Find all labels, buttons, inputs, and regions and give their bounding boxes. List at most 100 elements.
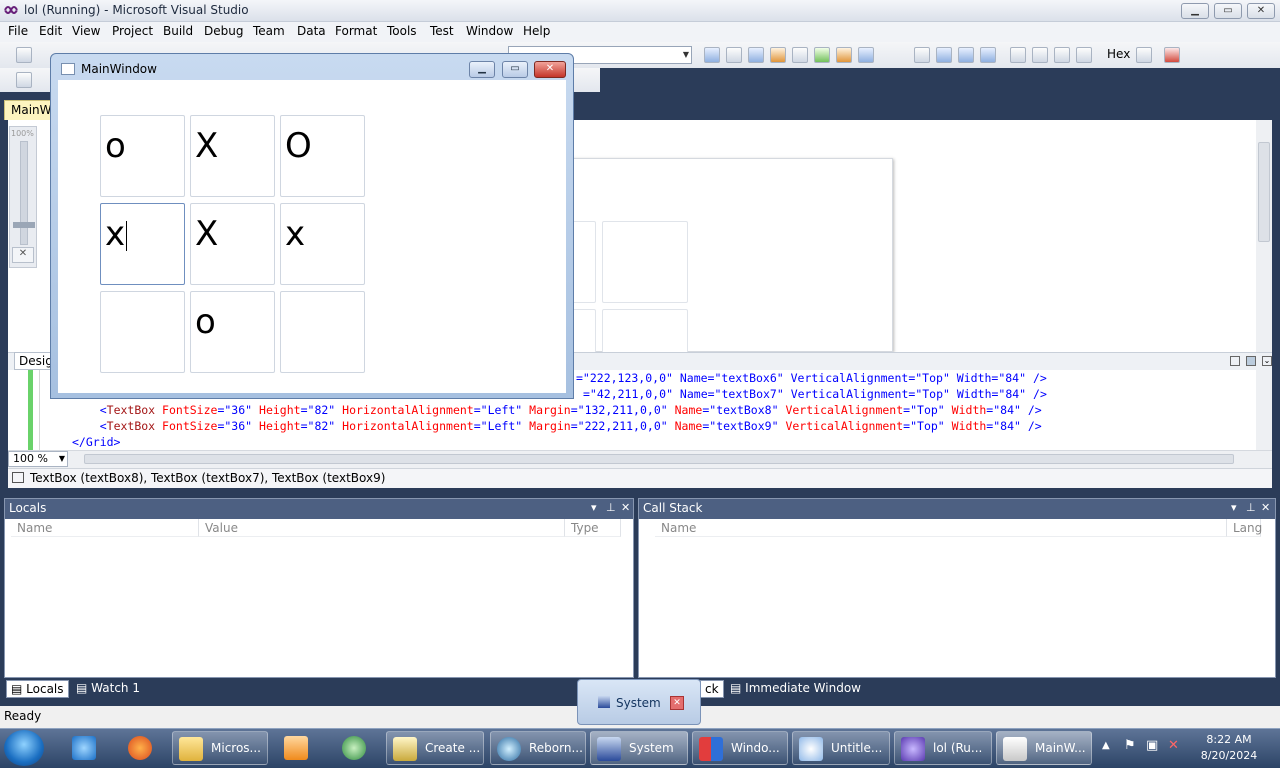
board-cell-4[interactable]: x: [100, 203, 185, 285]
minimize-button[interactable]: ▁: [1181, 3, 1209, 19]
start-page-icon[interactable]: [814, 47, 830, 63]
preview-close-icon[interactable]: ✕: [670, 696, 684, 710]
menu-format[interactable]: Format: [335, 24, 377, 38]
solution-explorer-icon[interactable]: [726, 47, 742, 63]
object-browser-icon[interactable]: [770, 47, 786, 63]
column-header-value[interactable]: Value: [199, 519, 565, 537]
continue-icon[interactable]: [914, 47, 930, 63]
menu-data[interactable]: Data: [297, 24, 326, 38]
xaml-vertical-scrollbar[interactable]: [1256, 370, 1272, 450]
tab-call-stack[interactable]: ck: [700, 680, 724, 698]
column-header-language[interactable]: Lang: [1227, 519, 1262, 537]
editor-zoom-combo[interactable]: 100 % ▼: [8, 451, 68, 467]
taskbar-clock[interactable]: 8:22 AM 8/20/2024: [1186, 732, 1272, 764]
taskbar-windows[interactable]: Windo...: [692, 731, 788, 765]
zoom-slider[interactable]: 100% ✕: [9, 126, 37, 268]
window-menu-icon[interactable]: ▾: [591, 501, 597, 514]
tab-watch-1[interactable]: ▤ Watch 1: [72, 680, 144, 698]
toolbox-icon[interactable]: [792, 47, 808, 63]
board-cell-7[interactable]: [100, 291, 185, 373]
app-minimize-button[interactable]: ▁: [469, 61, 495, 78]
board-cell-6[interactable]: x: [280, 203, 365, 285]
scroll-thumb[interactable]: [1258, 142, 1270, 242]
start-button[interactable]: [4, 730, 44, 766]
volume-muted-icon[interactable]: ✕: [1168, 738, 1179, 753]
network-icon[interactable]: [336, 731, 376, 765]
horizontal-scroll-thumb[interactable]: [84, 454, 1234, 464]
tab-locals[interactable]: ▤ Locals: [6, 680, 69, 698]
board-cell-8[interactable]: o: [190, 291, 275, 373]
find-icon[interactable]: [704, 47, 720, 63]
menu-help[interactable]: Help: [523, 24, 550, 38]
menu-test[interactable]: Test: [430, 24, 454, 38]
exceptions-icon[interactable]: [1164, 47, 1180, 63]
design-textbox[interactable]: [602, 221, 688, 303]
menu-tools[interactable]: Tools: [387, 24, 417, 38]
internet-explorer-icon[interactable]: [66, 731, 106, 765]
menu-view[interactable]: View: [72, 24, 100, 38]
board-cell-5[interactable]: X: [190, 203, 275, 285]
taskbar-mainwindow[interactable]: MainW...: [996, 731, 1092, 765]
app-close-button[interactable]: ✕: [534, 61, 566, 78]
pin-icon[interactable]: ⊥: [606, 501, 616, 514]
board-cell-2[interactable]: X: [190, 115, 275, 197]
network-tray-icon[interactable]: ▣: [1146, 738, 1158, 753]
media-player-icon[interactable]: [278, 731, 318, 765]
collapse-pane-icon[interactable]: ⌄: [1262, 356, 1272, 366]
taskbar-system[interactable]: System: [590, 731, 688, 765]
designer-vertical-scrollbar[interactable]: [1256, 120, 1272, 352]
app-maximize-button[interactable]: ▭: [502, 61, 528, 78]
tab-immediate-window[interactable]: ▤ Immediate Window: [726, 680, 865, 698]
menu-project[interactable]: Project: [112, 24, 153, 38]
breakpoints-icon[interactable]: [1136, 47, 1152, 63]
menu-file[interactable]: File: [8, 24, 28, 38]
show-next-statement-icon[interactable]: [1010, 47, 1026, 63]
pin-icon[interactable]: ⊥: [1246, 501, 1256, 514]
board-cell-3[interactable]: O: [280, 115, 365, 197]
maximize-button[interactable]: ▭: [1214, 3, 1242, 19]
taskbar-create[interactable]: Create ...: [386, 731, 484, 765]
menu-build[interactable]: Build: [163, 24, 193, 38]
firefox-icon[interactable]: [122, 731, 162, 765]
split-vertical-icon[interactable]: [1230, 356, 1240, 366]
menu-team[interactable]: Team: [253, 24, 285, 38]
zoom-track[interactable]: [13, 141, 35, 245]
menu-debug[interactable]: Debug: [204, 24, 243, 38]
split-horizontal-icon[interactable]: [1246, 356, 1256, 366]
show-hidden-icons-icon[interactable]: ▲: [1102, 740, 1110, 751]
paint-icon: [799, 737, 823, 761]
new-project-icon[interactable]: [16, 47, 32, 63]
taskbar-visual-studio[interactable]: lol (Ru...: [894, 731, 992, 765]
taskbar-paint[interactable]: Untitle...: [792, 731, 890, 765]
command-window-icon[interactable]: [858, 47, 874, 63]
step-over-icon[interactable]: [1054, 47, 1070, 63]
column-header-name[interactable]: Name: [655, 519, 1227, 537]
close-button[interactable]: ✕: [1247, 3, 1275, 19]
taskbar-explorer[interactable]: Micros...: [172, 731, 268, 765]
action-center-flag-icon[interactable]: ⚑: [1124, 738, 1136, 753]
fit-to-window-icon[interactable]: ✕: [12, 247, 34, 263]
board-cell-1[interactable]: o: [100, 115, 185, 197]
taskbar-reborn[interactable]: Reborn...: [490, 731, 586, 765]
hex-toggle-button[interactable]: Hex: [1107, 47, 1130, 61]
break-all-icon[interactable]: [936, 47, 952, 63]
menu-edit[interactable]: Edit: [39, 24, 62, 38]
extension-manager-icon[interactable]: [836, 47, 852, 63]
design-tab[interactable]: Design: [14, 352, 54, 370]
design-artboard[interactable]: [510, 158, 893, 391]
properties-icon[interactable]: [748, 47, 764, 63]
column-header-name[interactable]: Name: [11, 519, 199, 537]
close-icon[interactable]: ✕: [1261, 501, 1270, 514]
board-cell-9[interactable]: [280, 291, 365, 373]
menu-window[interactable]: Window: [466, 24, 513, 38]
layout-icon[interactable]: [16, 72, 32, 88]
close-icon[interactable]: ✕: [621, 501, 630, 514]
step-into-icon[interactable]: [1032, 47, 1048, 63]
zoom-thumb[interactable]: [13, 222, 35, 228]
step-out-icon[interactable]: [1076, 47, 1092, 63]
window-menu-icon[interactable]: ▾: [1231, 501, 1237, 514]
column-header-type[interactable]: Type: [565, 519, 621, 537]
stop-debugging-icon[interactable]: [958, 47, 974, 63]
restart-icon[interactable]: [980, 47, 996, 63]
taskbar-preview-system[interactable]: System ✕: [577, 679, 701, 725]
